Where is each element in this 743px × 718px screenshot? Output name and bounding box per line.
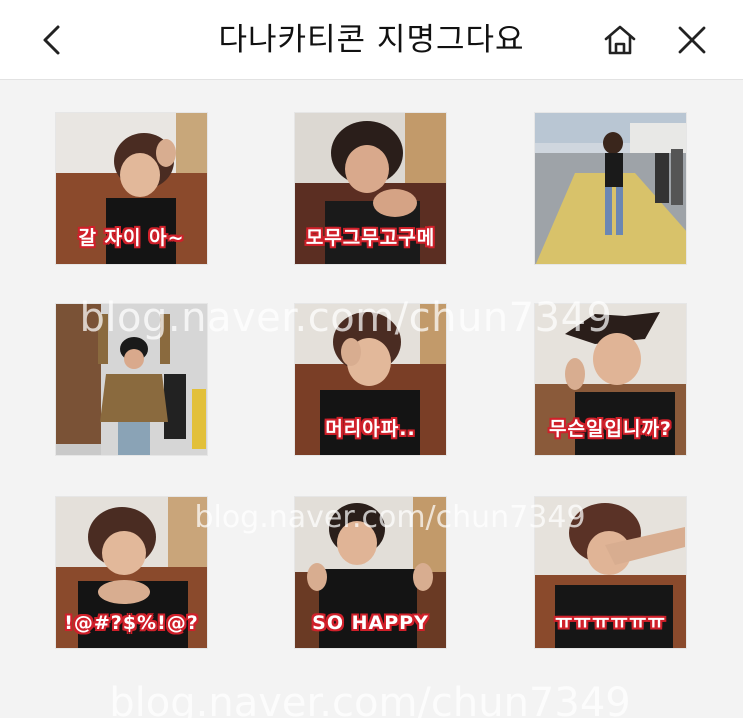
sticker-item[interactable]: 모무그무고구메 — [294, 112, 447, 265]
close-icon — [678, 26, 706, 54]
home-icon — [604, 25, 636, 55]
sticker-caption: !@#?$%!@? — [64, 612, 199, 634]
sticker-caption: 모무그무고구메 — [305, 227, 436, 249]
sticker-item[interactable] — [55, 303, 208, 456]
sticker-image — [56, 304, 207, 455]
sticker-caption: ㅠㅠㅠㅠㅠㅠ — [555, 611, 666, 633]
sticker-item[interactable] — [534, 112, 687, 265]
sticker-item[interactable]: ㅠㅠㅠㅠㅠㅠ — [534, 496, 687, 649]
page-title: 다나카티콘 지명그다요 — [218, 22, 525, 58]
sticker-item[interactable]: !@#?$%!@? — [55, 496, 208, 649]
sticker-item[interactable]: 머리아파.. — [294, 303, 447, 456]
sticker-caption: 머리아파.. — [325, 418, 416, 440]
sticker-item[interactable]: 갈 자이 아~ — [55, 112, 208, 265]
sticker-detail-page: 다나카티콘 지명그다요 갈 자이 아~ 모무그무고구메 머리아파.. 무슨일입니… — [0, 0, 743, 718]
top-bar: 다나카티콘 지명그다요 — [0, 0, 743, 80]
sticker-item[interactable]: 무슨일입니까? — [534, 303, 687, 456]
close-button[interactable] — [670, 18, 714, 62]
chevron-left-icon — [43, 25, 60, 55]
home-button[interactable] — [598, 18, 642, 62]
watermark: blog.naver.com/chun7349 — [109, 680, 631, 718]
sticker-caption: 무슨일입니까? — [549, 418, 672, 440]
sticker-image — [535, 113, 686, 264]
sticker-item[interactable]: SO HAPPY — [294, 496, 447, 649]
back-button[interactable] — [30, 18, 74, 62]
sticker-caption: SO HAPPY — [312, 612, 429, 634]
sticker-grid: 갈 자이 아~ 모무그무고구메 머리아파.. 무슨일입니까? !@#?$%!@?… — [0, 80, 743, 718]
sticker-caption: 갈 자이 아~ — [78, 227, 185, 249]
